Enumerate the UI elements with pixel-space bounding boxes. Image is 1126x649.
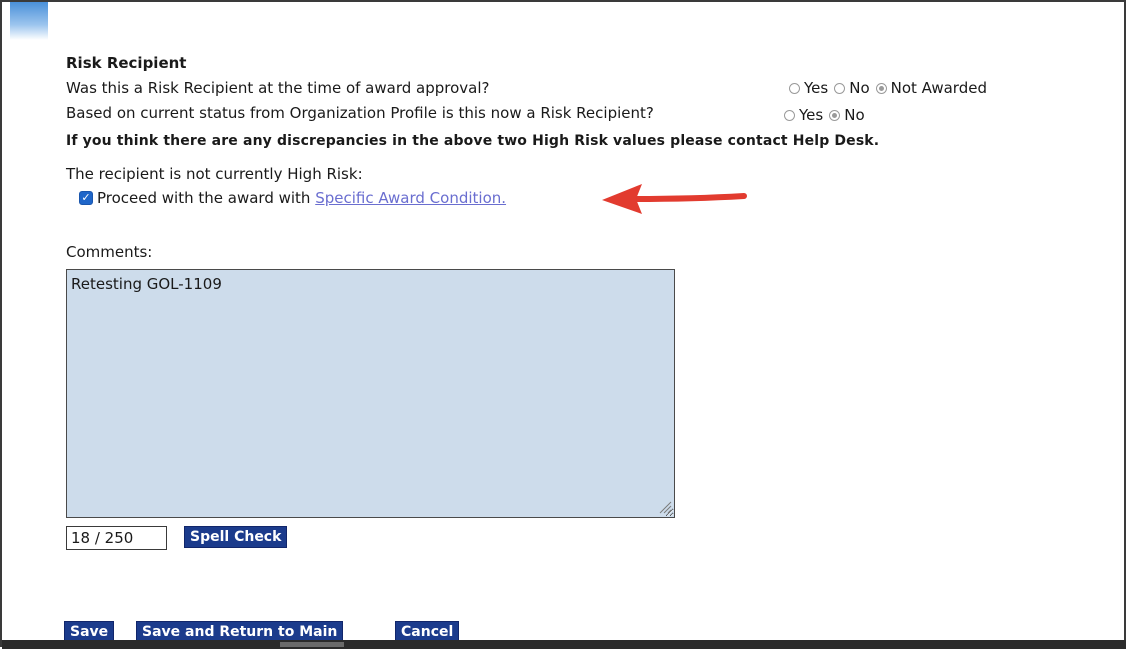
radio-label: No [849, 79, 870, 97]
character-counter: 18 / 250 [66, 526, 167, 550]
proceed-label: Proceed with the award with [97, 189, 311, 207]
question-award-approval-label: Was this a Risk Recipient at the time of… [66, 79, 490, 97]
radio-button[interactable] [834, 82, 846, 94]
radio-option-no[interactable]: No [829, 106, 865, 124]
radio-button-selected[interactable] [829, 109, 841, 121]
proceed-row: Proceed with the award with Specific Awa… [97, 189, 506, 207]
radio-button[interactable] [789, 82, 800, 94]
resize-grip-icon[interactable] [658, 500, 672, 514]
bottom-scroll-strip [2, 640, 1126, 649]
check-icon: ✓ [81, 191, 91, 204]
annotation-arrow-icon [602, 184, 747, 214]
question-current-status-label: Based on current status from Organizatio… [66, 104, 654, 122]
radio-button-selected[interactable] [875, 82, 887, 94]
section-title: Risk Recipient [66, 54, 187, 72]
radio-option-not-awarded[interactable]: Not Awarded [875, 79, 987, 97]
spell-check-button[interactable]: Spell Check [184, 526, 288, 548]
discrepancy-notice: If you think there are any discrepancies… [66, 133, 880, 149]
comments-label: Comments: [66, 243, 153, 261]
specific-award-condition-link[interactable]: Specific Award Condition. [315, 189, 506, 207]
proceed-checkbox[interactable]: ✓ [79, 191, 93, 205]
radio-label: No [844, 106, 865, 124]
page-frame: Risk Recipient Was this a Risk Recipient… [0, 0, 1126, 649]
question-current-status-radios: Yes No [784, 106, 871, 124]
radio-option-yes[interactable]: Yes [789, 79, 828, 97]
question-award-approval-radios: Yes No Not Awarded [789, 79, 993, 97]
radio-option-no[interactable]: No [834, 79, 870, 97]
radio-option-yes[interactable]: Yes [784, 106, 823, 124]
radio-button[interactable] [784, 109, 795, 121]
comments-textarea[interactable]: Retesting GOL-1109 [66, 269, 675, 518]
radio-label: Yes [804, 79, 829, 97]
scroll-thumb[interactable] [280, 642, 344, 647]
radio-label: Not Awarded [890, 79, 987, 97]
high-risk-status-text: The recipient is not currently High Risk… [66, 165, 363, 183]
left-accent-bar [10, 2, 48, 40]
radio-label: Yes [799, 106, 824, 124]
